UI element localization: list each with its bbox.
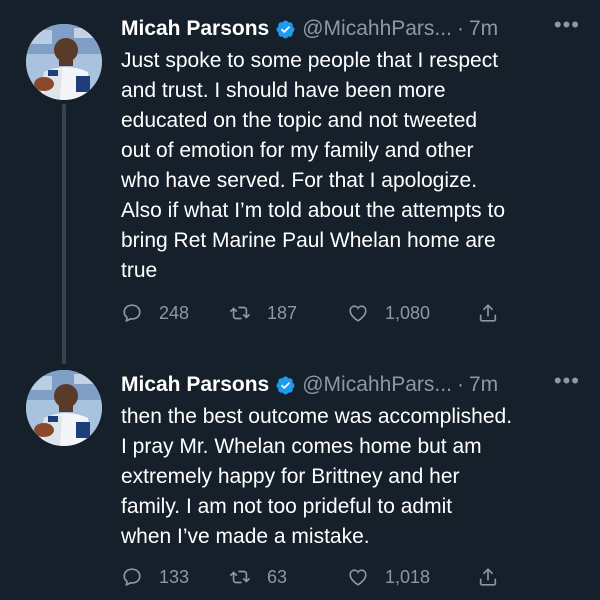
tweet-header: Micah Parsons @MicahhPars... · 7m ••• (121, 368, 580, 400)
like-button[interactable]: 1,080 (347, 302, 477, 324)
tweet-text-line: Just spoke to some people that I respect (121, 49, 499, 72)
tweet-text-line: educated on the topic and not tweeted (121, 109, 478, 132)
tweet-text-line: then the best outcome was accomplished. (121, 405, 513, 428)
author-name[interactable]: Micah Parsons (121, 17, 269, 41)
tweet-1[interactable]: Micah Parsons @MicahhPars... · 7m ••• Ju… (0, 0, 600, 364)
reply-count: 248 (159, 302, 190, 323)
more-options-icon[interactable]: ••• (554, 12, 580, 38)
more-options-icon[interactable]: ••• (554, 368, 580, 394)
share-icon (479, 304, 497, 322)
author-handle[interactable]: @MicahhPars... (302, 373, 452, 397)
share-button[interactable] (477, 302, 499, 324)
verified-badge-icon (275, 375, 296, 396)
tweet-actions: 133 63 1,018 (121, 566, 499, 588)
like-count: 1,018 (385, 566, 431, 587)
reply-count: 133 (159, 566, 190, 587)
tweet-text-line: when I’ve made a mistake. (121, 525, 370, 548)
reply-button[interactable]: 133 (121, 566, 229, 588)
avatar-image (26, 24, 102, 100)
tweet-text: then the best outcome was accomplished. … (121, 402, 573, 552)
tweet-text-line: family. I am not too prideful to admit (121, 495, 453, 518)
tweet-text-line: extremely happy for Brittney and her (121, 465, 460, 488)
tweet-text-line: out of emotion for my family and other (121, 139, 474, 162)
separator-dot: · (456, 373, 464, 396)
timestamp[interactable]: 7m (469, 17, 498, 41)
share-icon (479, 568, 497, 586)
heart-icon (349, 569, 367, 586)
retweet-count: 187 (267, 302, 298, 323)
reply-icon (123, 568, 141, 587)
tweet-text-line: and trust. I should have been more (121, 79, 446, 102)
retweet-icon (230, 570, 250, 584)
tweet-header: Micah Parsons @MicahhPars... · 7m ••• (121, 12, 580, 44)
avatar[interactable] (26, 24, 102, 100)
tweet-text: Just spoke to some people that I respect… (121, 46, 573, 286)
heart-icon (349, 305, 367, 322)
like-button[interactable]: 1,018 (347, 566, 477, 588)
verified-badge-icon (275, 19, 296, 40)
retweet-button[interactable]: 187 (229, 302, 347, 324)
tweet-actions: 248 187 1,080 (121, 302, 499, 324)
tweet-content: Micah Parsons @MicahhPars... · 7m ••• th… (121, 368, 580, 552)
thread-connector-line (62, 104, 66, 364)
author-name[interactable]: Micah Parsons (121, 373, 269, 397)
retweet-button[interactable]: 63 (229, 566, 347, 588)
avatar-image (26, 370, 102, 446)
timestamp[interactable]: 7m (469, 373, 498, 397)
tweet-text-line: bring Ret Marine Paul Whelan home are (121, 229, 496, 252)
like-count: 1,080 (385, 302, 431, 323)
tweet-text-line: who have served. For that I apologize. (121, 169, 478, 192)
tweet-content: Micah Parsons @MicahhPars... · 7m ••• Ju… (121, 12, 580, 286)
reply-button[interactable]: 248 (121, 302, 229, 324)
retweet-icon (230, 306, 250, 320)
tweet-text-line: true (121, 259, 158, 282)
share-button[interactable] (477, 566, 499, 588)
tweet-2[interactable]: Micah Parsons @MicahhPars... · 7m ••• th… (0, 352, 600, 600)
author-handle[interactable]: @MicahhPars... (302, 17, 452, 41)
retweet-count: 63 (267, 566, 288, 587)
tweet-text-line: Also if what I’m told about the attempts… (121, 199, 506, 222)
reply-icon (123, 304, 141, 323)
avatar[interactable] (26, 370, 102, 446)
separator-dot: · (456, 17, 464, 40)
tweet-text-line: I pray Mr. Whelan comes home but am (121, 435, 482, 458)
